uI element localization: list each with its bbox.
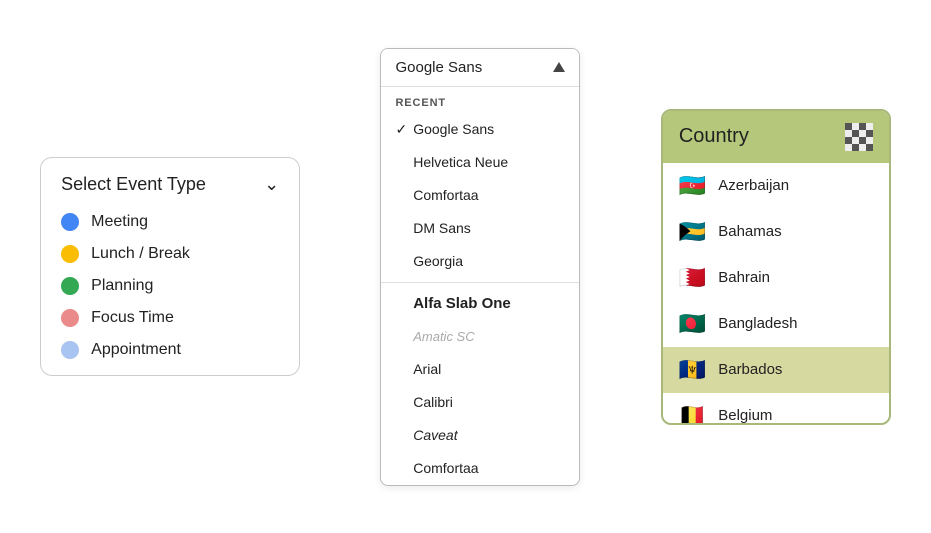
font-item[interactable]: ✓ DM Sans: [381, 212, 579, 245]
event-type-label: Select Event Type: [61, 174, 206, 195]
event-dot: [61, 341, 79, 359]
flag-icon: 🇧🇧: [679, 357, 706, 383]
font-item[interactable]: ✓ Alfa Slab One: [381, 287, 579, 320]
country-item[interactable]: 🇧🇧 Barbados: [663, 347, 889, 393]
event-item[interactable]: Appointment: [61, 341, 279, 359]
flag-icon: 🇦🇿: [679, 173, 706, 199]
font-item[interactable]: ✓ Comfortaa: [381, 452, 579, 485]
checkerboard-icon: [845, 123, 873, 151]
country-item[interactable]: 🇧🇭 Bahrain: [663, 255, 889, 301]
checkerboard-cell: [845, 144, 852, 151]
event-dot: [61, 309, 79, 327]
event-dot: [61, 213, 79, 231]
triangle-up-icon: [553, 62, 565, 72]
checkerboard-cell: [845, 130, 852, 137]
event-dot: [61, 245, 79, 263]
country-widget: Country 🇦🇿 Azerbaijan 🇧🇸 Bahamas 🇧🇭 Bahr…: [661, 109, 891, 425]
font-name: Caveat: [413, 427, 457, 443]
font-item[interactable]: ✓ Google Sans: [381, 113, 579, 146]
event-type-widget: Select Event Type ⌄ Meeting Lunch / Brea…: [40, 157, 300, 376]
chevron-down-icon: ⌄: [264, 174, 279, 195]
checkerboard-cell: [866, 137, 873, 144]
font-name: Helvetica Neue: [413, 154, 508, 170]
font-name: Georgia: [413, 253, 463, 269]
checkerboard-cell: [859, 137, 866, 144]
font-item[interactable]: ✓ Arial: [381, 353, 579, 386]
event-type-header[interactable]: Select Event Type ⌄: [61, 174, 279, 195]
font-list: ✓ Google Sans ✓ Helvetica Neue ✓ Comfort…: [381, 113, 579, 485]
checkerboard-cell: [845, 137, 852, 144]
event-item[interactable]: Planning: [61, 277, 279, 295]
checkerboard-cell: [866, 144, 873, 151]
checkerboard-cell: [859, 130, 866, 137]
font-name: Arial: [413, 361, 441, 377]
country-item[interactable]: 🇧🇩 Bangladesh: [663, 301, 889, 347]
flag-icon: 🇧🇩: [679, 311, 706, 337]
country-name: Belgium: [718, 407, 772, 423]
font-name: DM Sans: [413, 220, 471, 236]
event-list: Meeting Lunch / Break Planning Focus Tim…: [61, 213, 279, 359]
checkerboard-cell: [852, 130, 859, 137]
checkerboard-cell: [852, 123, 859, 130]
country-name: Azerbaijan: [718, 177, 789, 194]
event-item[interactable]: Meeting: [61, 213, 279, 231]
flag-icon: 🇧🇸: [679, 219, 706, 245]
event-label: Lunch / Break: [91, 245, 190, 263]
country-item[interactable]: 🇦🇿 Azerbaijan: [663, 163, 889, 209]
flag-icon: 🇧🇪: [679, 403, 706, 423]
font-dropdown: Google Sans RECENT ✓ Google Sans ✓ Helve…: [380, 48, 580, 486]
checkerboard-cell: [866, 123, 873, 130]
event-label: Meeting: [91, 213, 148, 231]
font-recent-label: RECENT: [381, 87, 579, 113]
event-item[interactable]: Focus Time: [61, 309, 279, 327]
font-item[interactable]: ✓ Caveat: [381, 419, 579, 452]
font-name: Google Sans: [413, 121, 494, 137]
event-dot: [61, 277, 79, 295]
country-title: Country: [679, 125, 749, 148]
country-name: Barbados: [718, 361, 782, 378]
checkerboard-cell: [852, 137, 859, 144]
font-item[interactable]: ✓ Georgia: [381, 245, 579, 278]
event-item[interactable]: Lunch / Break: [61, 245, 279, 263]
event-label: Planning: [91, 277, 153, 295]
country-header: Country: [663, 111, 889, 163]
country-item[interactable]: 🇧🇪 Belgium: [663, 393, 889, 423]
font-name: Comfortaa: [413, 460, 478, 476]
flag-icon: 🇧🇭: [679, 265, 706, 291]
font-list-divider: [381, 282, 579, 283]
country-name: Bahamas: [718, 223, 781, 240]
country-list: 🇦🇿 Azerbaijan 🇧🇸 Bahamas 🇧🇭 Bahrain 🇧🇩 B…: [663, 163, 889, 423]
font-name: Alfa Slab One: [413, 295, 511, 312]
event-label: Focus Time: [91, 309, 174, 327]
font-name: Calibri: [413, 394, 453, 410]
checkerboard-cell: [859, 144, 866, 151]
checkerboard-cell: [866, 130, 873, 137]
font-dropdown-header[interactable]: Google Sans: [381, 49, 579, 87]
country-name: Bahrain: [718, 269, 770, 286]
font-selected-label: Google Sans: [395, 59, 482, 76]
event-label: Appointment: [91, 341, 181, 359]
checkmark-icon: ✓: [395, 121, 407, 138]
font-item[interactable]: ✓ Calibri: [381, 386, 579, 419]
font-item[interactable]: ✓ Comfortaa: [381, 179, 579, 212]
checkerboard-cell: [845, 123, 852, 130]
checkerboard-cell: [852, 144, 859, 151]
font-item[interactable]: ✓ Amatic SC: [381, 320, 579, 353]
checkerboard-cell: [859, 123, 866, 130]
font-name: Comfortaa: [413, 187, 478, 203]
country-item[interactable]: 🇧🇸 Bahamas: [663, 209, 889, 255]
country-name: Bangladesh: [718, 315, 797, 332]
font-name: Amatic SC: [413, 329, 474, 344]
font-item[interactable]: ✓ Helvetica Neue: [381, 146, 579, 179]
